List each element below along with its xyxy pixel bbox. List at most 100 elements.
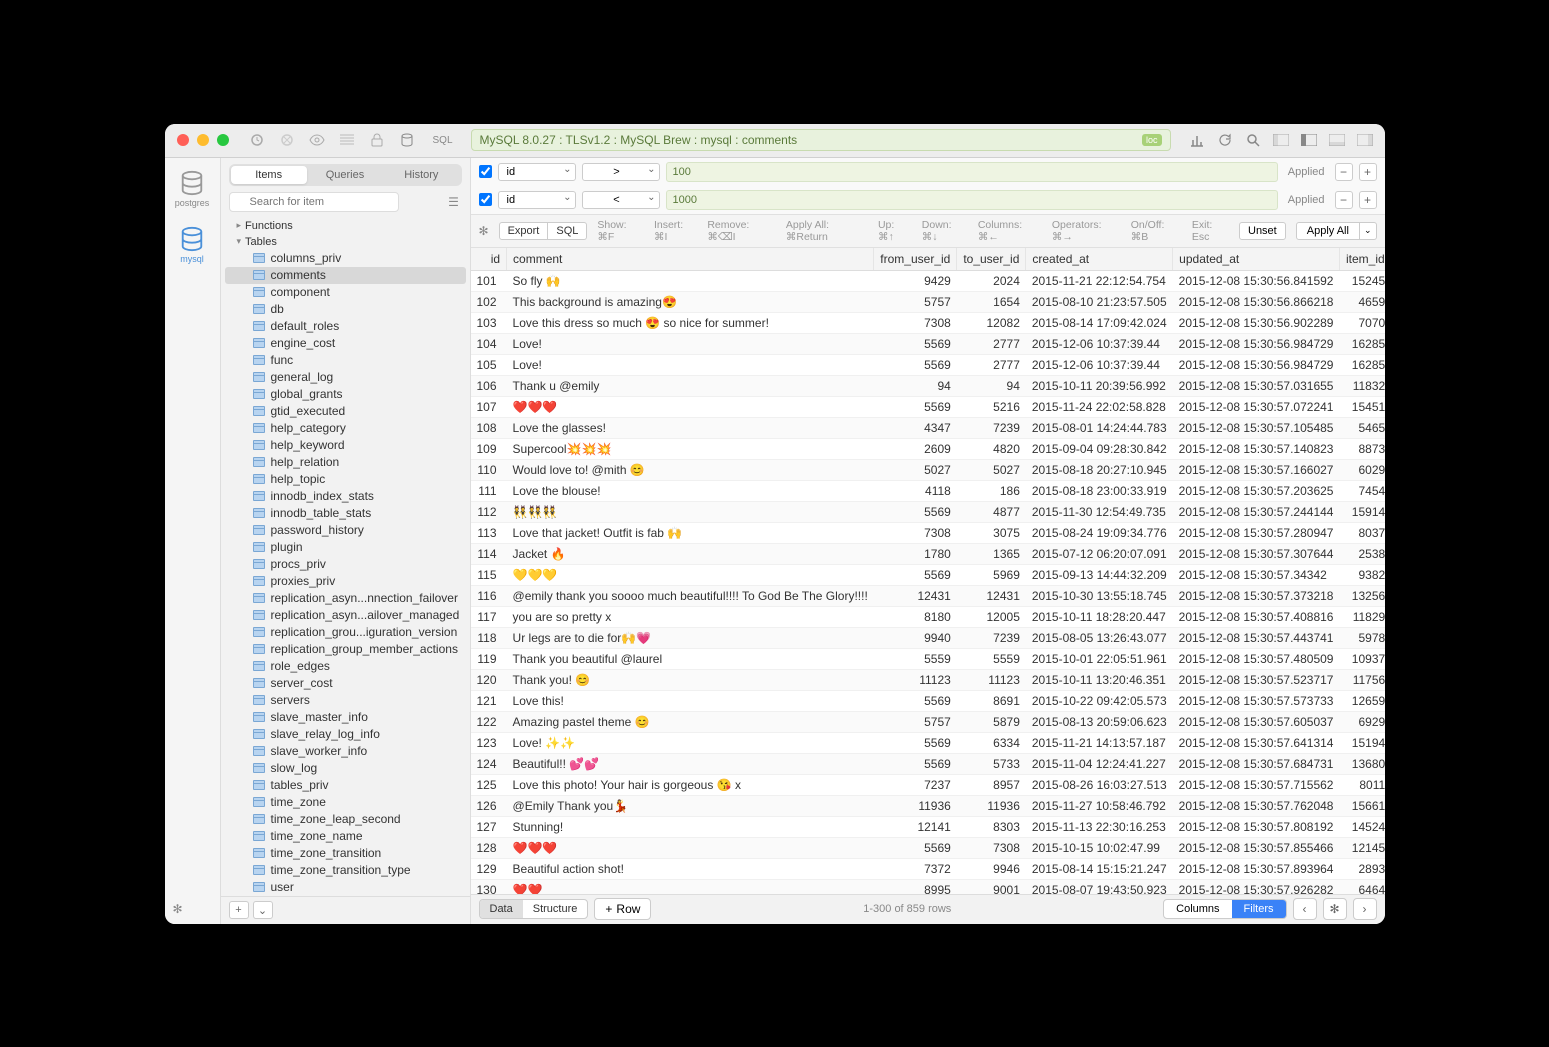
table-cell[interactable]: 2015-12-08 15:30:57.641314 <box>1173 732 1340 753</box>
table-cell[interactable]: 8037 <box>1339 522 1384 543</box>
tree-leaf[interactable]: comments <box>225 267 466 284</box>
table-cell[interactable]: 2015-12-08 15:30:57.408816 <box>1173 606 1340 627</box>
table-cell[interactable]: 108 <box>471 417 507 438</box>
table-cell[interactable]: Love the glasses! <box>507 417 874 438</box>
table-cell[interactable]: 2015-12-08 15:30:56.984729 <box>1173 333 1340 354</box>
tab-history[interactable]: History <box>383 166 459 184</box>
table-cell[interactable]: Love this photo! Your hair is gorgeous 😘… <box>507 774 874 795</box>
table-cell[interactable]: 2015-08-18 23:00:33.919 <box>1026 480 1173 501</box>
table-cell[interactable]: 5216 <box>957 396 1026 417</box>
table-cell[interactable]: 115 <box>471 564 507 585</box>
sql-button[interactable]: SQL <box>548 222 587 240</box>
close-icon[interactable] <box>177 134 189 146</box>
apply-all-button[interactable]: Apply All <box>1296 222 1360 240</box>
tab-structure[interactable]: Structure <box>523 900 588 918</box>
remove-filter-button[interactable]: − <box>1335 191 1353 209</box>
table-cell[interactable]: 5559 <box>874 648 957 669</box>
table-cell[interactable]: 11832 <box>1339 375 1384 396</box>
tree-leaf[interactable]: global_grants <box>225 386 466 403</box>
table-cell[interactable]: 2015-12-08 15:30:57.573733 <box>1173 690 1340 711</box>
tree-leaf[interactable]: time_zone_transition_type <box>225 862 466 879</box>
table-cell[interactable]: 2015-08-01 14:24:44.783 <box>1026 417 1173 438</box>
table-row[interactable]: 113Love that jacket! Outfit is fab 🙌7308… <box>471 522 1385 543</box>
table-cell[interactable]: 2015-10-22 09:42:05.573 <box>1026 690 1173 711</box>
table-cell[interactable]: 5569 <box>874 396 957 417</box>
table-cell[interactable]: 2015-08-10 21:23:57.505 <box>1026 291 1173 312</box>
table-cell[interactable]: 9429 <box>874 270 957 291</box>
table-cell[interactable]: 5733 <box>957 753 1026 774</box>
table-cell[interactable]: Love! <box>507 354 874 375</box>
table-cell[interactable]: 2015-08-26 16:03:27.513 <box>1026 774 1173 795</box>
table-cell[interactable]: 8011 <box>1339 774 1384 795</box>
table-cell[interactable]: 2015-12-08 15:30:57.280947 <box>1173 522 1340 543</box>
table-cell[interactable]: 2015-08-05 13:26:43.077 <box>1026 627 1173 648</box>
table-cell[interactable]: Amazing pastel theme 😊 <box>507 711 874 732</box>
table-cell[interactable]: 12005 <box>957 606 1026 627</box>
columns-button[interactable]: Columns <box>1164 900 1231 918</box>
table-cell[interactable]: 11123 <box>957 669 1026 690</box>
tree-leaf[interactable]: replication_group_member_actions <box>225 641 466 658</box>
table-cell[interactable]: 15914 <box>1339 501 1384 522</box>
tree-leaf[interactable]: time_zone_leap_second <box>225 811 466 828</box>
table-cell[interactable]: 👯👯👯 <box>507 501 874 522</box>
column-header[interactable]: item_id <box>1339 248 1384 271</box>
tree-leaf[interactable]: func <box>225 352 466 369</box>
table-cell[interactable]: 109 <box>471 438 507 459</box>
table-row[interactable]: 107❤️❤️❤️556952162015-11-24 22:02:58.828… <box>471 396 1385 417</box>
filters-button[interactable]: Filters <box>1232 900 1286 918</box>
table-cell[interactable]: 5978 <box>1339 627 1384 648</box>
table-cell[interactable]: 15194 <box>1339 732 1384 753</box>
table-row[interactable]: 121Love this!556986912015-10-22 09:42:05… <box>471 690 1385 711</box>
tree-leaf[interactable]: slow_log <box>225 760 466 777</box>
table-cell[interactable]: 116 <box>471 585 507 606</box>
tree-leaf[interactable]: innodb_index_stats <box>225 488 466 505</box>
tree-leaf[interactable]: procs_priv <box>225 556 466 573</box>
table-row[interactable]: 118Ur legs are to die for🙌💗994072392015-… <box>471 627 1385 648</box>
table-cell[interactable]: 15245 <box>1339 270 1384 291</box>
table-cell[interactable]: Supercool💥💥💥 <box>507 438 874 459</box>
table-row[interactable]: 109Supercool💥💥💥260948202015-09-04 09:28:… <box>471 438 1385 459</box>
table-cell[interactable]: 8957 <box>957 774 1026 795</box>
table-cell[interactable]: 124 <box>471 753 507 774</box>
maximize-icon[interactable] <box>217 134 229 146</box>
table-cell[interactable]: 11829 <box>1339 606 1384 627</box>
table-cell[interactable]: 5569 <box>874 354 957 375</box>
table-cell[interactable]: 94 <box>957 375 1026 396</box>
table-cell[interactable]: Stunning! <box>507 816 874 837</box>
table-row[interactable]: 104Love!556927772015-12-06 10:37:39.4420… <box>471 333 1385 354</box>
table-cell[interactable]: So fly 🙌 <box>507 270 874 291</box>
column-header[interactable]: id <box>471 248 507 271</box>
table-row[interactable]: 120Thank you! 😊11123111232015-10-11 13:2… <box>471 669 1385 690</box>
tree-leaf[interactable]: gtid_executed <box>225 403 466 420</box>
table-cell[interactable]: 2015-11-21 14:13:57.187 <box>1026 732 1173 753</box>
tree-leaf[interactable]: password_history <box>225 522 466 539</box>
tree-group-functions[interactable]: Functions <box>225 218 466 234</box>
table-row[interactable]: 106Thank u @emily94942015-10-11 20:39:56… <box>471 375 1385 396</box>
unset-button[interactable]: Unset <box>1239 222 1286 240</box>
table-cell[interactable]: 1780 <box>874 543 957 564</box>
chart-icon[interactable] <box>1189 132 1205 148</box>
table-cell[interactable]: Love the blouse! <box>507 480 874 501</box>
table-cell[interactable]: 130 <box>471 879 507 894</box>
tree-leaf[interactable]: user <box>225 879 466 896</box>
table-cell[interactable]: 2015-11-04 12:24:41.227 <box>1026 753 1173 774</box>
tree-leaf[interactable]: time_zone_name <box>225 828 466 845</box>
table-cell[interactable]: 103 <box>471 312 507 333</box>
tree-leaf[interactable]: component <box>225 284 466 301</box>
table-cell[interactable]: 2777 <box>957 354 1026 375</box>
tree-leaf[interactable]: db <box>225 301 466 318</box>
table-cell[interactable]: 129 <box>471 858 507 879</box>
table-cell[interactable]: 11756 <box>1339 669 1384 690</box>
dropdown-button[interactable]: ⌄ <box>253 901 273 919</box>
table-cell[interactable]: 2015-10-11 13:20:46.351 <box>1026 669 1173 690</box>
table-row[interactable]: 119Thank you beautiful @laurel5559555920… <box>471 648 1385 669</box>
table-cell[interactable]: Love that jacket! Outfit is fab 🙌 <box>507 522 874 543</box>
table-cell[interactable]: 2538 <box>1339 543 1384 564</box>
table-cell[interactable]: 14524 <box>1339 816 1384 837</box>
tab-queries[interactable]: Queries <box>307 166 383 184</box>
table-cell[interactable]: 5569 <box>874 753 957 774</box>
table-cell[interactable]: 9946 <box>957 858 1026 879</box>
table-cell[interactable]: 2893 <box>1339 858 1384 879</box>
tree-leaf[interactable]: replication_grou...iguration_version <box>225 624 466 641</box>
table-cell[interactable]: 7308 <box>957 837 1026 858</box>
